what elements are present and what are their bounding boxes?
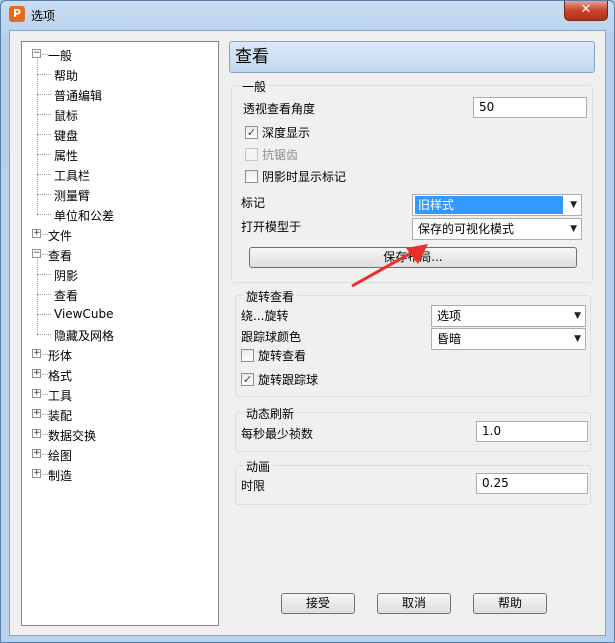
- expand-icon[interactable]: +: [32, 229, 41, 238]
- marker-label: 标记: [241, 196, 266, 210]
- tree-connector: [37, 274, 51, 275]
- rotate-view-checkbox[interactable]: [241, 349, 254, 362]
- tree-item[interactable]: 文件: [48, 227, 72, 244]
- tree-connector: [37, 259, 38, 334]
- rotate-view-label: 旋转查看: [258, 349, 307, 363]
- expand-icon[interactable]: +: [32, 449, 41, 458]
- tree-connector: [37, 134, 51, 135]
- depth-display-label: 深度显示: [262, 126, 311, 140]
- tree-connector: [37, 74, 51, 75]
- expand-icon[interactable]: +: [32, 409, 41, 418]
- tree-subitem[interactable]: 键盘: [54, 127, 78, 144]
- duration-input[interactable]: 0.25: [476, 473, 588, 494]
- collapse-icon[interactable]: −: [32, 49, 41, 58]
- orbit-label: 绕...旋转: [241, 309, 289, 323]
- tree-item[interactable]: 数据交换: [48, 427, 96, 444]
- cancel-button[interactable]: 取消: [377, 593, 451, 614]
- tree-subitem[interactable]: 普通编辑: [54, 87, 102, 104]
- chevron-down-icon: ▼: [570, 200, 577, 210]
- trackball-color-select-value: 昏暗: [437, 332, 462, 346]
- tree-connector: [37, 174, 51, 175]
- tree-subitem[interactable]: 阴影: [54, 267, 78, 284]
- app-icon: P: [9, 6, 25, 22]
- tree-item[interactable]: 一般: [48, 47, 72, 64]
- close-button[interactable]: ✕: [564, 1, 608, 21]
- tree-connector: [37, 194, 51, 195]
- trackball-color-select[interactable]: 昏暗 ▼: [431, 328, 586, 350]
- marker-select[interactable]: 旧样式 ▼: [412, 194, 582, 216]
- tree-subitem[interactable]: 查看: [54, 287, 78, 304]
- tree-connector: [37, 294, 51, 295]
- title-bar[interactable]: P 选项 ✕: [1, 1, 614, 29]
- marker-select-value: 旧样式: [415, 196, 563, 214]
- tree-subitem[interactable]: 帮助: [54, 67, 78, 84]
- antialias-label: 抗锯齿: [262, 148, 299, 162]
- expand-icon[interactable]: +: [32, 469, 41, 478]
- tree-connector: [37, 59, 38, 214]
- perspective-angle-label: 透视查看角度: [243, 102, 316, 116]
- perspective-angle-input[interactable]: 50: [473, 97, 587, 118]
- tree-subitem[interactable]: 属性: [54, 147, 78, 164]
- tree-connector: [37, 214, 51, 215]
- tree-item[interactable]: 绘图: [48, 447, 72, 464]
- shadow-markers-label: 阴影时显示标记: [262, 170, 347, 184]
- open-model-label: 打开模型于: [241, 220, 302, 234]
- tree-subitem[interactable]: 隐藏及网格: [54, 327, 114, 344]
- depth-display-checkbox[interactable]: ✓: [245, 126, 258, 139]
- collapse-icon[interactable]: −: [32, 249, 41, 258]
- expand-icon[interactable]: +: [32, 429, 41, 438]
- tree-subitem[interactable]: 测量臂: [54, 187, 90, 204]
- page-title: 查看: [229, 41, 595, 73]
- help-button[interactable]: 帮助: [473, 593, 547, 614]
- tree-item[interactable]: 装配: [48, 407, 72, 424]
- expand-icon[interactable]: +: [32, 369, 41, 378]
- options-dialog: P 选项 ✕ − 一般 帮助 普通编辑 鼠标 键盘 属性 工具栏 测量臂 单位和公差 + 文件 − 查看阴…: [0, 0, 615, 643]
- chevron-down-icon: ▼: [570, 224, 577, 234]
- antialias-checkbox[interactable]: [245, 148, 258, 161]
- min-fps-input[interactable]: 1.0: [476, 421, 588, 442]
- open-model-select-value: 保存的可视化模式: [418, 222, 515, 236]
- tree-connector: [37, 154, 51, 155]
- rotate-trackball-label: 旋转跟踪球: [258, 373, 319, 387]
- tree-item[interactable]: 制造: [48, 467, 72, 484]
- tree-subitem[interactable]: 鼠标: [54, 107, 78, 124]
- save-layout-button[interactable]: 保存布局...: [249, 247, 577, 268]
- dynamic-refresh-title: 动态刷新: [243, 405, 298, 422]
- dialog-body: − 一般 帮助 普通编辑 鼠标 键盘 属性 工具栏 测量臂 单位和公差 + 文件 − 查看 阴影 查看 View…: [9, 30, 606, 636]
- ok-button[interactable]: 接受: [281, 593, 355, 614]
- expand-icon[interactable]: +: [32, 389, 41, 398]
- rotate-group-title: 旋转查看: [243, 288, 298, 305]
- dialog-title: 选项: [31, 9, 56, 23]
- duration-label: 时限: [241, 479, 266, 493]
- general-group-title: 一般: [239, 78, 270, 95]
- min-fps-label: 每秒最少祯数: [241, 427, 314, 441]
- tree-subitem[interactable]: 单位和公差: [54, 207, 114, 224]
- rotate-trackball-checkbox[interactable]: ✓: [241, 373, 254, 386]
- chevron-down-icon: ▼: [574, 334, 581, 344]
- expand-icon[interactable]: +: [32, 349, 41, 358]
- animation-title: 动画: [243, 458, 274, 475]
- chevron-down-icon: ▼: [574, 311, 581, 321]
- shadow-markers-checkbox[interactable]: [245, 170, 258, 183]
- tree-connector: [37, 314, 51, 315]
- open-model-select[interactable]: 保存的可视化模式 ▼: [412, 218, 582, 240]
- tree-item[interactable]: 格式: [48, 367, 72, 384]
- orbit-select[interactable]: 选项 ▼: [431, 305, 586, 327]
- trackball-color-label: 跟踪球颜色: [241, 330, 302, 344]
- tree-subitem[interactable]: 工具栏: [54, 167, 90, 184]
- options-tree[interactable]: − 一般 帮助 普通编辑 鼠标 键盘 属性 工具栏 测量臂 单位和公差 + 文件 − 查看 阴影 查看 View…: [21, 41, 219, 626]
- tree-item[interactable]: 形体: [48, 347, 72, 364]
- tree-connector: [37, 114, 51, 115]
- tree-item[interactable]: 工具: [48, 387, 72, 404]
- tree-connector: [37, 94, 51, 95]
- orbit-select-value: 选项: [437, 309, 462, 323]
- tree-connector: [37, 334, 51, 335]
- tree-item[interactable]: 查看: [48, 247, 72, 264]
- tree-subitem[interactable]: ViewCube: [54, 307, 113, 321]
